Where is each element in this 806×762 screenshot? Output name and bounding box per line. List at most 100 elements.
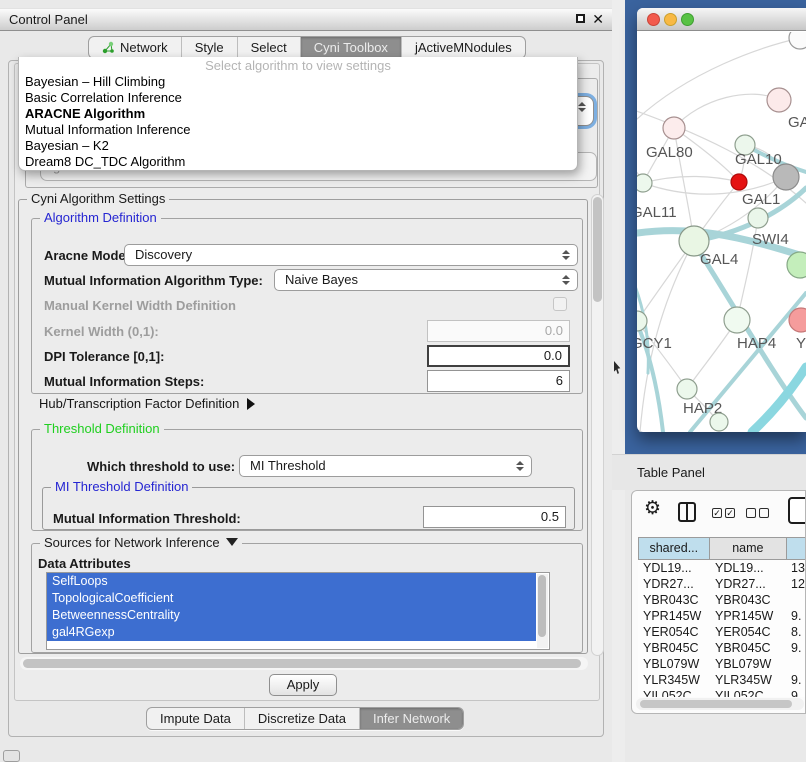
network-node[interactable] <box>789 32 806 49</box>
network-edge[interactable] <box>674 94 779 128</box>
node-label-gal4: GAL4 <box>700 251 738 268</box>
tab-network[interactable]: Network <box>89 37 182 58</box>
tab-jactivemnodules[interactable]: jActiveMNodules <box>402 37 525 58</box>
network-node[interactable] <box>710 413 728 431</box>
table-cell: YLR345W <box>709 672 787 688</box>
node-label-hap4: HAP4 <box>737 335 776 352</box>
dropdown-item-bayesian-k2[interactable]: Bayesian – K2 <box>19 138 577 154</box>
mi-type-combo[interactable]: Naive Bayes <box>274 269 578 291</box>
minimize-traffic-light[interactable] <box>664 13 677 26</box>
tab-impute-data[interactable]: Impute Data <box>147 708 245 729</box>
tab-style[interactable]: Style <box>182 37 238 58</box>
network-node-swi4[interactable] <box>748 208 768 228</box>
table-horizontal-scrollbar[interactable] <box>636 698 804 710</box>
attribute-item-selfloops[interactable]: SelfLoops <box>47 573 536 590</box>
zoom-traffic-light[interactable] <box>681 13 694 26</box>
settings-vscroll-thumb[interactable] <box>593 197 602 302</box>
settings-vertical-scrollbar[interactable] <box>591 194 604 656</box>
which-threshold-combo[interactable]: MI Threshold <box>239 455 532 477</box>
dropdown-item-dream8-dc-tdc-algorithm[interactable]: Dream8 DC_TDC Algorithm <box>19 154 577 170</box>
network-edge[interactable] <box>643 176 739 183</box>
table-cell: YER054C <box>709 624 787 640</box>
tab-infer-network[interactable]: Infer Network <box>360 708 463 729</box>
select-all-columns-icon[interactable]: ✓✓ <box>712 508 735 518</box>
hub-expander-label: Hub/Transcription Factor Definition <box>39 396 239 411</box>
network-node-gal80[interactable] <box>663 117 685 139</box>
new-table-icon[interactable] <box>788 497 806 524</box>
table-row[interactable]: YBR045CYBR045C9. <box>638 640 806 656</box>
network-node-gal11[interactable] <box>637 174 652 192</box>
table-rows: YDL19...YDL19...13YDR27...YDR27...12YBR0… <box>638 560 806 697</box>
combo-stepper-icon <box>578 102 586 112</box>
dpi-tolerance-label: DPI Tolerance [0,1]: <box>44 349 164 364</box>
combo-stepper-icon <box>562 250 570 260</box>
column-header-extra[interactable] <box>787 538 806 559</box>
float-icon[interactable] <box>576 14 585 23</box>
network-edge[interactable] <box>637 321 687 389</box>
mi-threshold-input[interactable]: 0.5 <box>423 506 566 528</box>
data-attributes-list: SelfLoopsTopologicalCoefficientBetweenne… <box>46 572 550 650</box>
mi-threshold-definition-group: MI Threshold Definition Mutual Informati… <box>42 487 575 530</box>
tab-cyni-toolbox[interactable]: Cyni Toolbox <box>301 37 402 58</box>
manual-kernel-checkbox[interactable] <box>553 297 567 311</box>
table-row[interactable]: YBL079WYBL079W <box>638 656 806 672</box>
node-label-swi4: SWI4 <box>752 231 789 248</box>
aracne-mode-combo[interactable]: Discovery <box>124 244 578 266</box>
table-row[interactable]: YDL19...YDL19...13 <box>638 560 806 576</box>
collapsed-panel-button[interactable] <box>3 750 20 762</box>
close-traffic-light[interactable] <box>647 13 660 26</box>
deselect-all-columns-icon[interactable] <box>746 508 769 518</box>
dropdown-item-mutual-information-inference[interactable]: Mutual Information Inference <box>19 122 577 138</box>
kernel-width-input[interactable]: 0.0 <box>427 320 570 342</box>
settings-hscroll-thumb[interactable] <box>23 659 581 668</box>
dpi-tolerance-input[interactable]: 0.0 <box>427 345 570 367</box>
mi-type-value: Naive Bayes <box>285 272 358 287</box>
table-row[interactable]: YDR27...YDR27...12 <box>638 576 806 592</box>
tab-discretize-data[interactable]: Discretize Data <box>245 708 360 729</box>
node-label-gal10: GAL10 <box>735 151 782 168</box>
aracne-mode-label: Aracne Mode: <box>44 248 130 263</box>
network-node-gal1[interactable] <box>731 174 747 190</box>
table-row[interactable]: YBR043CYBR043C <box>638 592 806 608</box>
columns-icon[interactable] <box>678 502 696 522</box>
tab-select[interactable]: Select <box>238 37 301 58</box>
settings-horizontal-scrollbar[interactable] <box>20 657 588 670</box>
table-cell: YIL052C <box>709 688 787 697</box>
table-row[interactable]: YIL052CYIL052C9 <box>638 688 806 697</box>
mi-steps-input[interactable]: 6 <box>427 370 570 392</box>
threshold-definition-legend: Threshold Definition <box>40 421 164 436</box>
network-canvas[interactable]: GALGAL80GAL10GAL1GAL11GAL4SWI4GCY1HAP4YH… <box>637 32 806 432</box>
attributes-scrollbar-thumb[interactable] <box>538 575 546 637</box>
tab-label: jActiveMNodules <box>415 40 512 55</box>
attributes-scrollbar[interactable] <box>537 574 548 648</box>
hub-expander[interactable]: Hub/Transcription Factor Definition <box>39 396 255 411</box>
dropdown-item-basic-correlation-inference[interactable]: Basic Correlation Inference <box>19 90 577 106</box>
sources-group: Sources for Network Inference Data Attri… <box>31 543 583 653</box>
apply-button[interactable]: Apply <box>269 674 337 696</box>
attribute-item-gal4rgexp[interactable]: gal4RGexp <box>47 624 536 641</box>
table-hscroll-thumb[interactable] <box>640 700 792 708</box>
expander-collapsed-icon <box>247 398 255 410</box>
column-header-name[interactable]: name <box>710 538 788 559</box>
attribute-item-betweennesscentrality[interactable]: BetweennessCentrality <box>47 607 536 624</box>
mi-threshold-legend: MI Threshold Definition <box>51 479 192 494</box>
table-row[interactable]: YPR145WYPR145W9. <box>638 608 806 624</box>
table-row[interactable]: YER054CYER054C8. <box>638 624 806 640</box>
close-icon[interactable]: ✕ <box>592 11 604 28</box>
dropdown-item-aracne-algorithm[interactable]: ARACNE Algorithm <box>19 106 577 122</box>
network-node[interactable] <box>787 252 806 278</box>
network-node-hap2[interactable] <box>677 379 697 399</box>
table-cell: YDR27... <box>709 576 787 592</box>
network-node-hap4[interactable] <box>724 307 750 333</box>
dropdown-item-bayesian-hill-climbing[interactable]: Bayesian – Hill Climbing <box>19 74 577 90</box>
network-node-gal[interactable] <box>767 88 791 112</box>
cyni-algorithm-settings-group: Cyni Algorithm Settings Algorithm Defini… <box>18 199 588 654</box>
attribute-item-topologicalcoefficient[interactable]: TopologicalCoefficient <box>47 590 536 607</box>
panel-divider[interactable] <box>612 0 625 762</box>
cyni-bottom-tabs: Impute DataDiscretize DataInfer Network <box>146 707 464 730</box>
column-header-shared[interactable]: shared... <box>639 538 710 559</box>
table-row[interactable]: YLR345WYLR345W9. <box>638 672 806 688</box>
network-node[interactable] <box>773 164 799 190</box>
gear-icon[interactable]: ⚙ <box>644 499 661 518</box>
network-window-titlebar[interactable] <box>637 8 806 31</box>
